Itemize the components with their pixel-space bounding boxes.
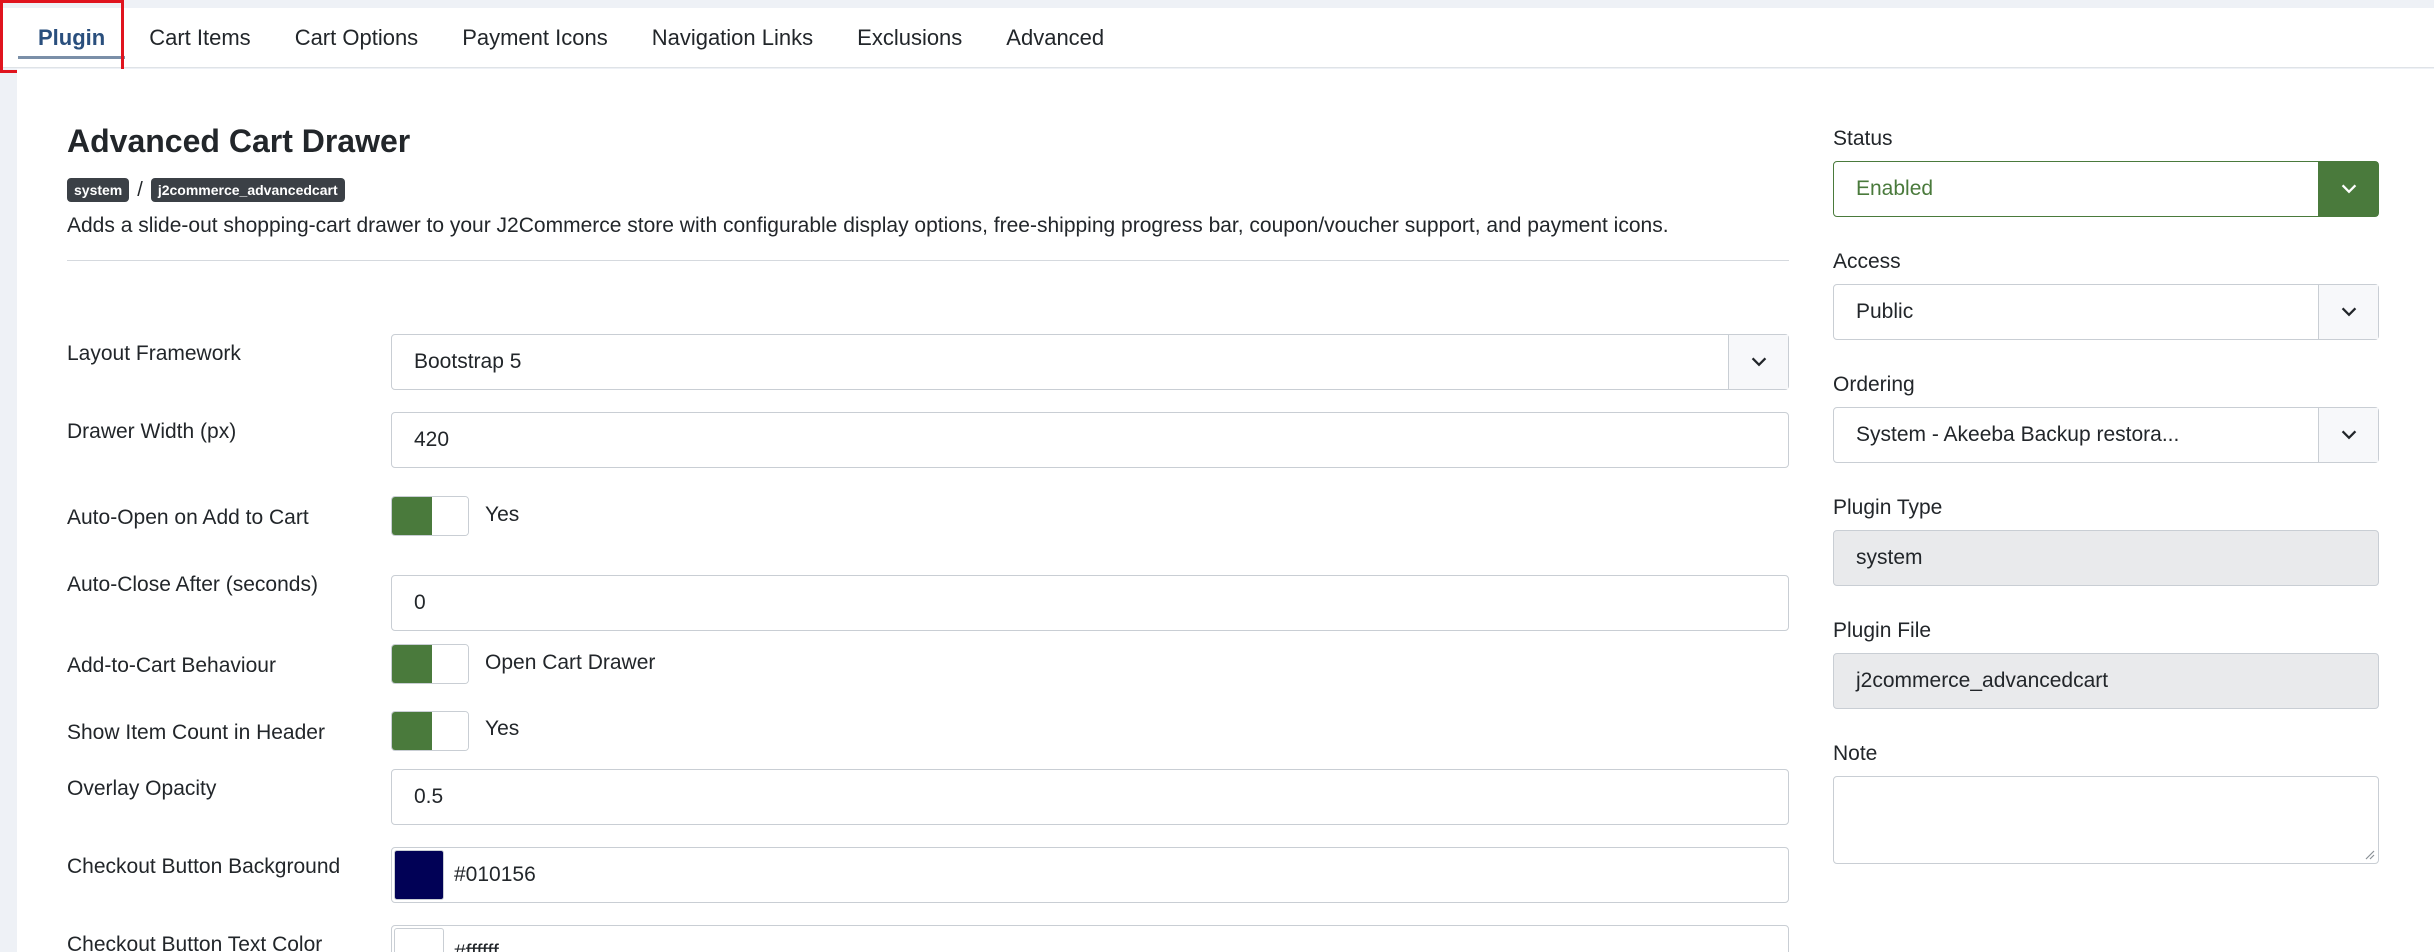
readonly-value: system	[1856, 546, 1923, 569]
access-select[interactable]: Public	[1833, 284, 2379, 340]
select-value: Bootstrap 5	[414, 350, 522, 373]
access-label: Access	[1833, 250, 1901, 273]
select-value: System - Akeeba Backup restora...	[1856, 423, 2180, 446]
chevron-down-icon	[1728, 335, 1788, 389]
plugin-details: Advanced Cart Drawer system / j2commerce…	[67, 119, 1789, 952]
plugin-description: Adds a slide-out shopping-cart drawer to…	[67, 214, 1669, 237]
color-value: #010156	[454, 863, 536, 886]
toggle-off-segment	[432, 497, 468, 535]
tab-label: Navigation Links	[651, 24, 814, 50]
toggle-off-segment	[432, 712, 468, 750]
auto-open-toggle[interactable]	[391, 496, 469, 536]
checkout-text-color-input[interactable]: #ffffff	[391, 925, 1789, 952]
add-to-cart-behaviour-toggle[interactable]	[391, 644, 469, 684]
field-label: Add-to-Cart Behaviour	[67, 654, 276, 677]
tab-exclusions[interactable]: Exclusions	[835, 8, 984, 67]
plugin-type-field: system	[1833, 530, 2379, 586]
folder-badge: system	[67, 178, 130, 202]
input-value: 0	[414, 591, 426, 614]
chevron-down-icon	[2318, 408, 2378, 462]
show-item-count-toggle[interactable]	[391, 711, 469, 751]
color-swatch[interactable]	[394, 928, 444, 952]
ordering-label: Ordering	[1833, 373, 1915, 396]
chevron-down-icon	[2318, 162, 2378, 216]
input-value: 0.5	[414, 785, 444, 808]
toggle-on-segment	[392, 712, 432, 750]
field-label: Auto-Open on Add to Cart	[67, 506, 309, 529]
field-label: Layout Framework	[67, 342, 241, 365]
toggle-state-text: Open Cart Drawer	[485, 651, 656, 674]
overlay-opacity-input[interactable]: 0.5	[391, 769, 1789, 825]
field-label: Checkout Button Text Color	[67, 933, 323, 952]
page-title: Advanced Cart Drawer	[67, 123, 411, 159]
tab-label: Exclusions	[857, 24, 963, 50]
auto-close-input[interactable]: 0	[391, 575, 1789, 631]
element-badge: j2commerce_advancedcart	[150, 178, 345, 202]
tab-label: Advanced	[1006, 24, 1105, 50]
layout-framework-select[interactable]: Bootstrap 5	[391, 334, 1789, 390]
status-label: Status	[1833, 127, 1893, 150]
breadcrumb-separator: /	[137, 178, 143, 201]
checkout-bg-color-input[interactable]: #010156	[391, 847, 1789, 903]
breadcrumb: system / j2commerce_advancedcart	[67, 176, 1789, 204]
tab-bar: Plugin Cart Items Cart Options Payment I…	[0, 8, 2434, 68]
plugin-file-label: Plugin File	[1833, 619, 1932, 642]
readonly-value: j2commerce_advancedcart	[1856, 669, 2109, 692]
toggle-state-text: Yes	[485, 503, 520, 526]
toggle-on-segment	[392, 497, 432, 535]
plugin-type-label: Plugin Type	[1833, 496, 1943, 519]
select-value: Enabled	[1856, 177, 1934, 200]
divider	[67, 260, 1789, 261]
tab-payment-icons[interactable]: Payment Icons	[440, 8, 630, 67]
field-label: Auto-Close After (seconds)	[67, 573, 318, 596]
chevron-down-icon	[2318, 285, 2378, 339]
drawer-width-input[interactable]: 420	[391, 412, 1789, 468]
color-value: #ffffff	[454, 941, 499, 952]
tab-plugin[interactable]: Plugin	[16, 8, 127, 67]
note-label: Note	[1833, 742, 1878, 765]
tab-label: Cart Items	[149, 24, 251, 50]
tab-label: Plugin	[38, 24, 106, 50]
field-label: Checkout Button Background	[67, 855, 341, 878]
field-label: Overlay Opacity	[67, 777, 217, 800]
toggle-on-segment	[392, 645, 432, 683]
tab-label: Cart Options	[294, 24, 419, 50]
tab-label: Payment Icons	[462, 24, 608, 50]
status-select[interactable]: Enabled	[1833, 161, 2379, 217]
note-textarea[interactable]	[1833, 776, 2379, 864]
input-value: 420	[414, 428, 450, 451]
toggle-state-text: Yes	[485, 717, 520, 740]
tab-cart-options[interactable]: Cart Options	[273, 8, 441, 67]
ordering-select[interactable]: System - Akeeba Backup restora...	[1833, 407, 2379, 463]
tab-advanced[interactable]: Advanced	[984, 8, 1126, 67]
color-swatch[interactable]	[394, 850, 444, 900]
plugin-file-field: j2commerce_advancedcart	[1833, 653, 2379, 709]
resize-grip-icon[interactable]	[2363, 848, 2375, 860]
tab-navigation-links[interactable]: Navigation Links	[630, 8, 835, 67]
select-value: Public	[1856, 300, 1914, 323]
field-label: Drawer Width (px)	[67, 420, 237, 443]
field-label: Show Item Count in Header	[67, 721, 325, 744]
tab-panel: Advanced Cart Drawer system / j2commerce…	[17, 69, 2434, 952]
tab-cart-items[interactable]: Cart Items	[127, 8, 272, 67]
toggle-off-segment	[432, 645, 468, 683]
